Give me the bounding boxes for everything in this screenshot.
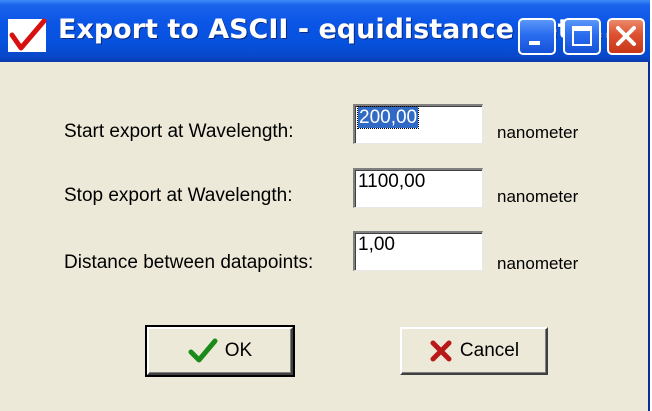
ok-button[interactable]: OK: [145, 325, 295, 377]
start-wavelength-input[interactable]: 200,00: [353, 104, 483, 144]
minimize-button[interactable]: [518, 18, 556, 55]
maximize-button[interactable]: [563, 18, 601, 55]
maximize-icon: [572, 26, 592, 46]
close-icon: [616, 26, 636, 46]
cancel-button[interactable]: Cancel: [400, 327, 548, 375]
title-bar[interactable]: Export to ASCII - equidistance sett...: [0, 0, 650, 62]
start-wavelength-unit: nanometer: [497, 123, 579, 142]
datapoint-distance-input[interactable]: 1,00: [353, 231, 483, 271]
datapoint-distance-unit: nanometer: [497, 254, 579, 273]
minimize-icon: [529, 41, 540, 45]
start-wavelength-label: Start export at Wavelength:: [64, 121, 294, 142]
export-dialog: Export to ASCII - equidistance sett... S…: [0, 0, 650, 411]
red-x-icon: [430, 340, 452, 362]
stop-wavelength-value: 1100,00: [358, 171, 426, 192]
stop-wavelength-input[interactable]: 1100,00: [353, 168, 483, 208]
cancel-button-label: Cancel: [459, 340, 520, 361]
stop-wavelength-unit: nanometer: [497, 187, 579, 206]
green-check-icon: [188, 338, 218, 363]
start-wavelength-value: 200,00: [356, 106, 420, 129]
datapoint-distance-label: Distance between datapoints:: [64, 252, 314, 273]
datapoint-distance-value: 1,00: [358, 234, 395, 255]
stop-wavelength-label: Stop export at Wavelength:: [64, 185, 293, 206]
close-button[interactable]: [607, 18, 645, 55]
red-checkmark-icon: [8, 17, 48, 53]
ok-button-label: OK: [224, 340, 253, 361]
